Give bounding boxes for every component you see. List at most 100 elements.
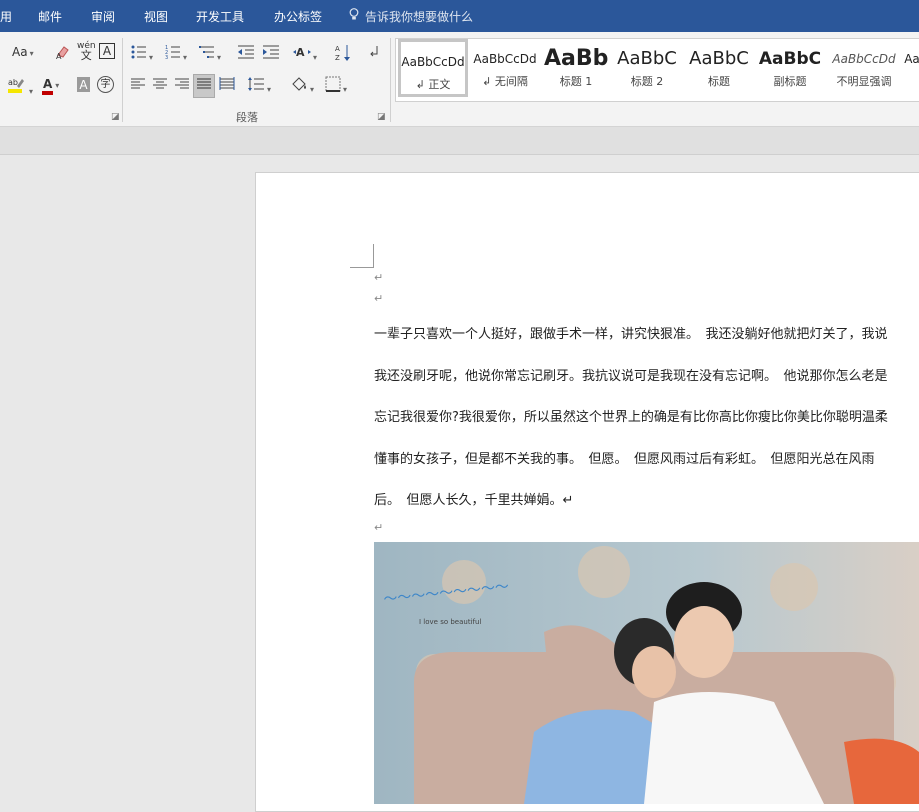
style-no-spacing[interactable]: AaBbCcDd ↲ 无间隔 (470, 39, 540, 97)
paragraph-group-label: 段落 (236, 111, 258, 124)
align-right-icon (175, 78, 189, 89)
style-next[interactable]: Aa (904, 39, 919, 97)
sort-button[interactable]: AZ (335, 44, 351, 66)
lightbulb-icon (349, 8, 359, 24)
distributed-button[interactable] (219, 77, 235, 95)
body-text-line[interactable]: 后。 但愿人长久，千里共婵娟。↵ (374, 489, 573, 508)
style-name: 标题 (708, 75, 730, 88)
line-spacing-button[interactable]: ▾ (247, 76, 271, 98)
style-heading-2[interactable]: AaBbC 标题 2 (614, 39, 680, 97)
styles-gallery: AaBbCcDd ↲ 正文 AaBbCcDd ↲ 无间隔 AaBb 标题 1 A… (395, 38, 919, 102)
margin-corner-mark (350, 244, 374, 268)
svg-text:A: A (296, 46, 305, 59)
style-subtle-emphasis[interactable]: AaBbCcDd 不明显强调 (828, 39, 900, 97)
highlighter-icon: ab (8, 78, 24, 93)
font-color-label: A (42, 77, 54, 95)
empty-paragraph-mark: ↵ (374, 271, 384, 284)
character-border-button[interactable]: A (99, 43, 115, 59)
svg-text:3: 3 (165, 55, 168, 60)
style-title[interactable]: AaBbC 标题 (686, 39, 752, 97)
tab-review[interactable]: 审阅 (91, 8, 115, 25)
style-sample: AaBbC (758, 49, 822, 69)
svg-text:Z: Z (335, 54, 340, 62)
style-normal[interactable]: AaBbCcDd ↲ 正文 (398, 39, 468, 97)
multilevel-list-button[interactable]: ▾ (199, 44, 221, 66)
style-subtitle[interactable]: AaBbC 副标题 (758, 39, 822, 97)
line-spacing-icon (248, 77, 264, 91)
paragraph-dialog-launcher[interactable]: ◪ (377, 112, 386, 122)
font-dialog-launcher[interactable]: ◪ (111, 112, 120, 122)
style-sample: AaBb (544, 46, 608, 71)
enclose-label: 字 (100, 79, 111, 90)
photo-caption: I love so beautiful (419, 618, 481, 626)
align-center-button[interactable] (152, 77, 168, 95)
increase-indent-button[interactable] (262, 44, 280, 64)
style-name: 副标题 (773, 75, 807, 88)
asian-layout-button[interactable]: A ▾ (293, 44, 317, 66)
style-heading-1[interactable]: AaBb 标题 1 (544, 39, 608, 97)
change-case-button[interactable]: Aa ▾ (12, 44, 34, 62)
ruler-area (0, 127, 919, 155)
tell-me-text: 告诉我你想要做什么 (365, 10, 474, 24)
body-text-line[interactable]: 一辈子只喜欢一个人挺好，跟做手术一样，讲究快狠准。 我还没躺好他就把灯关了，我说 (374, 323, 888, 342)
bullets-button[interactable]: ▾ (131, 44, 153, 66)
tab-office-tab[interactable]: 办公标签 (274, 8, 322, 25)
distributed-icon (219, 77, 235, 90)
tab-mailings[interactable]: 邮件 (38, 8, 62, 25)
style-sample: AaBbC (617, 48, 677, 69)
highlight-button[interactable]: ab ▾ (7, 76, 33, 100)
style-sample: AaBbCcDd (473, 52, 537, 66)
char-border-label: A (102, 44, 112, 58)
align-left-icon (131, 78, 145, 89)
inline-photo[interactable]: ～～～～～～～～～ I love so beautiful (374, 542, 919, 804)
borders-icon (325, 76, 341, 92)
svg-text:A: A (335, 45, 340, 53)
char-shading-label: A (79, 78, 88, 92)
body-text-line[interactable]: 懂事的女孩子，但是都不关我的事。 但愿。 但愿风雨过后有彩虹。 但愿阳光总在风雨 (374, 448, 875, 467)
numbering-icon: 123 (165, 45, 180, 61)
style-sample: AaBbCcDd (832, 52, 896, 66)
group-separator (122, 38, 123, 122)
group-separator (390, 38, 391, 122)
borders-button[interactable]: ▾ (325, 76, 347, 98)
align-left-button[interactable] (130, 77, 146, 95)
style-sample: Aa (904, 52, 919, 66)
style-name: ↲ 无间隔 (482, 75, 528, 88)
show-marks-button[interactable] (367, 44, 381, 64)
style-sample: AaBbCcDd (401, 55, 465, 69)
paint-bucket-icon (292, 77, 306, 91)
tab-developer[interactable]: 开发工具 (196, 8, 244, 25)
asian-layout-icon: A (293, 46, 311, 59)
tell-me-box[interactable]: 告诉我你想要做什么 (349, 8, 473, 25)
font-color-button[interactable]: A ▾ (42, 76, 59, 95)
clear-formatting-button[interactable]: A (55, 44, 71, 64)
phonetic-guide-button[interactable]: wén 文 (77, 42, 96, 62)
style-name: 标题 1 (559, 75, 593, 88)
phonetic-bottom: 文 (80, 49, 92, 62)
tab-references[interactable]: 用 (0, 8, 12, 25)
align-center-icon (153, 78, 167, 89)
increase-indent-icon (263, 45, 279, 59)
decrease-indent-button[interactable] (237, 44, 255, 64)
style-sample: AaBbC (689, 48, 749, 69)
character-shading-button[interactable]: A (77, 77, 90, 92)
style-name: 标题 2 (630, 75, 664, 88)
style-name: 不明显强调 (836, 75, 892, 88)
bullets-icon (131, 45, 146, 59)
tab-view[interactable]: 视图 (144, 8, 168, 25)
justify-button[interactable] (193, 74, 215, 98)
style-name: ↲ 正文 (415, 78, 451, 91)
shading-button[interactable]: ▾ (290, 76, 314, 98)
align-right-button[interactable] (174, 77, 190, 95)
body-text-line[interactable]: 我还没刷牙呢，他说你常忘记刷牙。我抗议说可是我现在没有忘记啊。 他说那你怎么老是 (374, 365, 888, 384)
eraser-icon: A (56, 46, 69, 61)
enclose-characters-button[interactable]: 字 (97, 76, 114, 93)
sort-icon: AZ (335, 45, 350, 62)
numbering-button[interactable]: 1 2 3 ▾ (165, 44, 187, 66)
paragraph-mark-icon (370, 46, 378, 57)
svg-text:ab: ab (8, 78, 18, 87)
body-text-line[interactable]: 忘记我很爱你?我很爱你，所以虽然这个世界上的确是有比你高比你瘦比你美比你聪明温柔 (374, 406, 888, 425)
ribbon-tab-bar: 用 邮件 审阅 视图 开发工具 办公标签 告诉我你想要做什么 (0, 0, 919, 32)
empty-paragraph-mark: ↵ (374, 521, 384, 534)
svg-text:A: A (56, 52, 62, 60)
